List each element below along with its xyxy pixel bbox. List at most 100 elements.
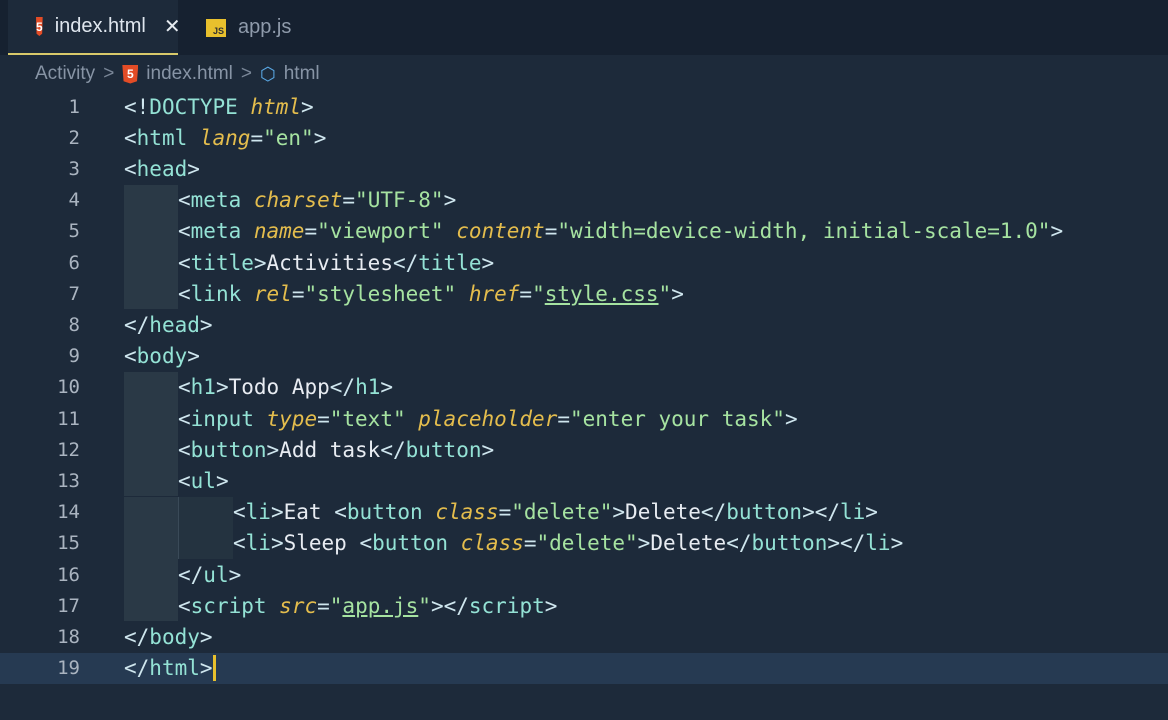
tab-app-js[interactable]: JS app.js (178, 0, 311, 55)
code-token: </ (700, 500, 727, 525)
line-number: 1 (68, 95, 80, 118)
line-number: 10 (57, 376, 80, 399)
line-number: 11 (57, 407, 80, 430)
code-line[interactable]: 2 < html lang = "en" > (0, 122, 1168, 153)
code-editor[interactable]: 1 <! DOCTYPE html >2 < html lang = "en" >3 < head >… (0, 91, 1168, 720)
breadcrumb-folder[interactable]: Activity (35, 63, 95, 85)
code-line[interactable]: 5 < meta name = "viewport" content = "width=de… (0, 215, 1168, 247)
code-line[interactable]: 11 < input type = "text" placeholder = "enter … (0, 403, 1168, 434)
code-content: < h1 > Todo App </h1 > (124, 371, 393, 403)
code-line[interactable]: 4 < meta charset = "UTF-8" > (0, 184, 1168, 216)
code-token: > (443, 188, 457, 213)
code-line[interactable]: 1 <! DOCTYPE html > (0, 91, 1168, 122)
code-token: button (372, 531, 461, 556)
code-token: " (329, 593, 343, 618)
breadcrumb-file[interactable]: index.html (146, 63, 233, 85)
code-token: > (187, 344, 200, 369)
code-content: < li > Eat < button class = "delete" > Delete </b… (124, 496, 878, 528)
code-line[interactable]: 16 </ul > (0, 559, 1168, 590)
code-token: < (178, 593, 191, 618)
code-token: "text" (329, 406, 419, 431)
code-line[interactable]: 17 < script src = " app.js " ></script > (0, 590, 1168, 622)
code-token: < (233, 531, 246, 556)
code-token: > (481, 437, 495, 462)
code-line[interactable]: 19 </html > (0, 652, 1168, 684)
line-number: 16 (57, 563, 80, 586)
code-token: > (187, 156, 200, 181)
html5-icon: 5 (36, 17, 43, 36)
code-line[interactable]: 6 < title > Activities </title > (0, 247, 1168, 278)
code-token: html (250, 94, 302, 119)
code-token: > (865, 500, 878, 525)
code-token: > (481, 250, 495, 275)
code-token: = (557, 406, 570, 431)
code-token: = (523, 531, 537, 556)
indent-guide (124, 215, 178, 247)
code-token: Eat (283, 500, 335, 525)
line-number: 4 (68, 189, 80, 212)
code-token: body (149, 624, 200, 649)
code-token: "delete" (511, 500, 613, 525)
code-token: button (190, 437, 267, 462)
code-token: > (301, 94, 314, 119)
line-number: 18 (57, 625, 80, 648)
code-token: </ (124, 656, 150, 681)
code-token: li (245, 500, 271, 525)
code-token: html (136, 125, 200, 150)
code-token: > (671, 281, 684, 306)
code-line[interactable]: 15 < li > Sleep < button class = "delete" > Delet… (0, 527, 1168, 559)
code-token: Add task (279, 437, 381, 462)
line-number: 7 (68, 282, 80, 305)
code-line[interactable]: 7 < link rel = "stylesheet" href = " style.css "… (0, 278, 1168, 310)
code-token: > (784, 406, 798, 431)
line-number: 3 (68, 157, 80, 180)
code-line[interactable]: 13 < ul > (0, 465, 1168, 497)
code-token: < (178, 219, 191, 244)
line-number: 9 (68, 345, 80, 368)
code-token: < (334, 500, 347, 525)
code-token: head (149, 312, 200, 337)
code-token: charset (253, 188, 343, 213)
line-number: 13 (57, 469, 80, 492)
indent-guide (124, 527, 178, 559)
code-token: rel (253, 281, 292, 306)
code-token: < (178, 437, 191, 462)
code-token: "enter your task" (570, 406, 785, 431)
code-token: li (865, 531, 891, 556)
code-token: < (178, 468, 191, 493)
code-token: ></ (802, 500, 840, 525)
cube-icon: ⬡ (260, 63, 276, 84)
code-token: </ (329, 375, 356, 400)
indent-guide (178, 527, 233, 559)
code-line[interactable]: 12 < button > Add task </button > (0, 434, 1168, 466)
code-token: > (544, 593, 558, 618)
code-token: = (250, 125, 264, 150)
code-line[interactable]: 3 < head > (0, 153, 1168, 184)
breadcrumb: Activity > 5 index.html > ⬡ html (0, 55, 1168, 93)
code-content: < ul > (124, 465, 229, 497)
code-content: < meta name = "viewport" content = "width=dev… (124, 215, 1063, 247)
code-line[interactable]: 9 < body > (0, 341, 1168, 372)
code-token: Delete (625, 500, 701, 525)
code-token: DOCTYPE (149, 94, 251, 119)
breadcrumb-symbol[interactable]: html (284, 63, 320, 85)
chevron-right-icon: > (240, 63, 253, 84)
code-token: h1 (190, 375, 216, 400)
line-number: 14 (57, 501, 80, 524)
code-line[interactable]: 10 < h1 > Todo App </h1 > (0, 371, 1168, 403)
code-line[interactable]: 18 </body > (0, 621, 1168, 652)
code-line[interactable]: 14 < li > Eat < button class = "delete" > Delete <… (0, 496, 1168, 528)
code-token: name (253, 219, 305, 244)
line-number: 19 (57, 657, 80, 680)
code-line[interactable]: 8 </head > (0, 309, 1168, 340)
code-token: script (468, 593, 545, 618)
line-number: 2 (68, 126, 80, 149)
code-token: "stylesheet" (304, 281, 469, 306)
code-token: Activities (266, 250, 393, 275)
code-token: li (840, 500, 866, 525)
tab-index-html[interactable]: 5 index.html ✕ (8, 0, 181, 55)
code-content: < link rel = "stylesheet" href = " style.css " > (124, 278, 684, 310)
code-content: </html > (124, 653, 216, 684)
code-token: < (178, 375, 191, 400)
line-number: 17 (57, 594, 80, 617)
